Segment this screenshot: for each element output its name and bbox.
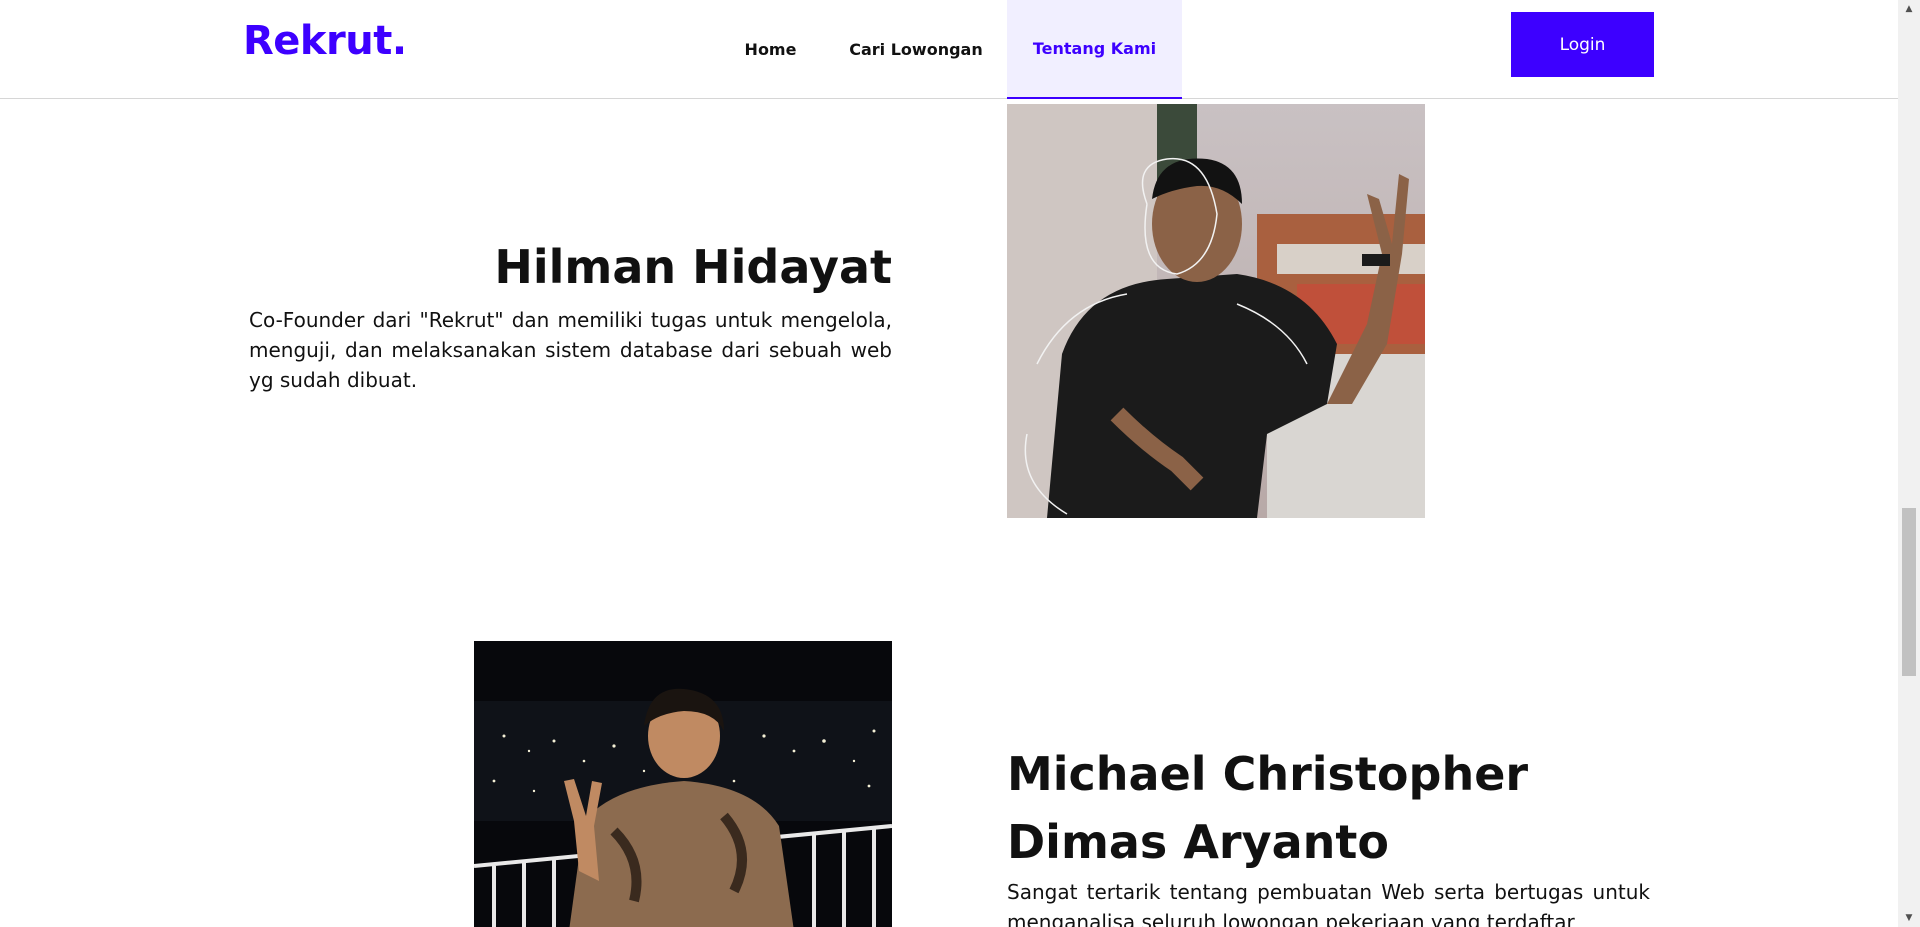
brand-logo[interactable]: Rekrut.	[243, 18, 407, 64]
member-name: Michael Christopher Dimas Aryanto	[1007, 747, 1529, 869]
person-photo-icon	[474, 641, 892, 927]
nav-tentang-kami[interactable]: Tentang Kami	[1007, 0, 1182, 99]
member-description: Co-Founder dari "Rekrut" dan memiliki tu…	[249, 308, 892, 392]
scrollbar-thumb[interactable]	[1902, 508, 1916, 676]
nav-home[interactable]: Home	[732, 0, 809, 99]
member-name: Hilman Hidayat	[494, 240, 892, 294]
person-photo-icon	[1007, 104, 1425, 518]
about-page: Rekrut. Home Cari Lowongan Tentang Kami …	[0, 0, 1920, 927]
member-photo	[474, 641, 892, 927]
nav-cari-lowongan[interactable]: Cari Lowongan	[846, 0, 986, 99]
member-description: Sangat tertarik tentang pembuatan Web se…	[1007, 880, 1650, 927]
scroll-down-icon[interactable]: ▼	[1898, 909, 1920, 927]
vertical-scrollbar[interactable]: ▲ ▼	[1898, 0, 1920, 927]
login-button[interactable]: Login	[1511, 12, 1654, 77]
member-photo	[1007, 104, 1425, 518]
navbar: Rekrut. Home Cari Lowongan Tentang Kami …	[0, 0, 1898, 99]
scroll-up-icon[interactable]: ▲	[1898, 0, 1920, 18]
